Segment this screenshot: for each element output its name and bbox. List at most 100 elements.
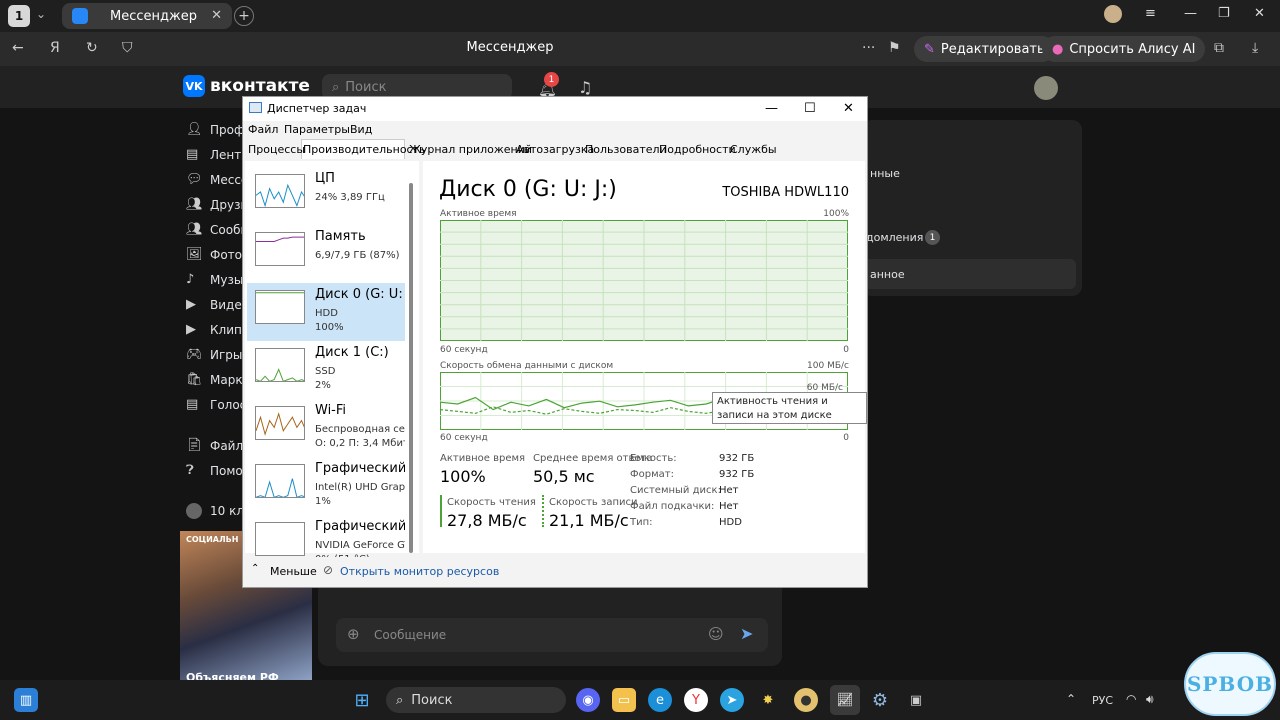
menu-options[interactable]: Параметры [284, 123, 350, 136]
resource-item-2[interactable]: Диск 0 (G: U: J:) HDD 100% [247, 283, 405, 341]
prop-key: Емкость: [630, 453, 677, 464]
user-avatar[interactable] [1034, 76, 1058, 100]
resource-item-1[interactable]: Память 6,9/7,9 ГБ (87%) [247, 225, 405, 283]
prop-value: 932 ГБ [719, 469, 755, 480]
active-time-label: Активное время [440, 453, 526, 464]
chevron-down-icon[interactable]: ⌄ [36, 7, 46, 21]
minimize-icon[interactable]: — [1184, 6, 1197, 21]
tab-messenger[interactable]: Мессенджер ✕ [62, 3, 232, 29]
prop-key: Системный диск: [630, 485, 721, 496]
menu-icon[interactable]: ≡ [1145, 6, 1156, 21]
taskbar-search[interactable]: ⌕ Поиск [386, 687, 566, 713]
language-indicator[interactable]: РУС [1092, 694, 1113, 707]
open-resource-monitor-link[interactable]: Открыть монитор ресурсов [340, 565, 499, 578]
widgets-icon[interactable]: ▥ [14, 688, 38, 712]
back-icon[interactable]: ← [12, 40, 24, 56]
close-window-icon[interactable]: ✕ [1254, 6, 1265, 21]
folder-icon[interactable]: ▭ [612, 688, 636, 712]
discord-icon[interactable]: ◉ [576, 688, 600, 712]
sidebar-icon-3[interactable]: 👥︎ [186, 197, 203, 212]
tab-details[interactable]: Подробности [659, 143, 736, 156]
close-icon[interactable]: ✕ [211, 8, 222, 23]
message-input[interactable]: Сообщение [336, 618, 768, 652]
tab-users[interactable]: Пользователи [585, 143, 667, 156]
reload-icon[interactable]: ↻ [86, 40, 98, 56]
resource-item-3[interactable]: Диск 1 (C:) SSD 2% [247, 341, 405, 399]
scrollbar[interactable] [409, 183, 413, 553]
vk-logo-icon[interactable]: VK [183, 75, 205, 97]
shield-icon[interactable]: ⛉ [122, 40, 133, 56]
resource-sub1: NVIDIA GeForce GTX [315, 540, 405, 551]
music-icon[interactable]: ♫ [578, 78, 592, 97]
fewer-details-link[interactable]: Меньше [270, 565, 317, 578]
sidebar-item-9[interactable]: Игры [210, 348, 242, 362]
sidebar-icon-10[interactable]: 🛍︎ [186, 372, 203, 387]
promo-badge: СОЦИАЛЬН [186, 535, 239, 544]
maximize-icon[interactable]: ❐ [1218, 6, 1230, 21]
tray-chevron-icon[interactable]: ⌃ [1066, 692, 1076, 706]
sparkline-line [256, 412, 304, 436]
sidebar-icon-9[interactable]: 🎮︎ [186, 347, 203, 362]
tab-counter[interactable]: 1 [8, 5, 30, 27]
sidebar-item-5[interactable]: Фото [210, 248, 242, 262]
sidebar-icon-2[interactable]: 💬︎ [186, 172, 203, 187]
sidebar-icon-5[interactable]: 🖼︎ [186, 247, 203, 262]
emoji-icon[interactable]: ☺ [708, 625, 724, 643]
sidebar-icon-11[interactable]: ▤ [186, 397, 198, 412]
yandex-icon[interactable]: Я [50, 40, 60, 56]
yandex-browser-icon[interactable]: Y [684, 688, 708, 712]
telegram-icon[interactable]: ➤ [720, 688, 744, 712]
collections-icon[interactable]: ⧉ [1214, 40, 1224, 56]
sidebar-icon-13[interactable]: ❓︎ [186, 463, 194, 478]
app-box-icon[interactable]: ▣ [904, 688, 928, 712]
maximize-icon[interactable]: ☐ [804, 101, 816, 116]
profile-avatar[interactable] [1104, 5, 1122, 23]
more-icon[interactable]: ··· [862, 40, 875, 56]
vk-logo-text[interactable]: вконтакте [210, 76, 310, 96]
community-avatar[interactable] [186, 503, 202, 519]
tab-performance[interactable]: Производительность [303, 143, 426, 156]
menu-view[interactable]: Вид [350, 123, 372, 136]
sidebar-icon-1[interactable]: ▤ [186, 147, 198, 162]
tab-app-history[interactable]: Журнал приложений [409, 143, 532, 156]
minimize-icon[interactable]: — [765, 101, 778, 116]
app-round-icon[interactable]: ● [794, 688, 818, 712]
new-tab-button[interactable]: + [234, 6, 254, 26]
resource-item-5[interactable]: Графический п Intel(R) UHD Graphic 1% [247, 457, 405, 515]
sidebar-icon-8[interactable]: ▶ [186, 322, 196, 337]
chart1-xright: 0 [843, 345, 849, 355]
menu-file[interactable]: Файл [248, 123, 278, 136]
resource-item-4[interactable]: Wi-Fi Беспроводная сеть О: 0,2 П: 3,4 Мбит… [247, 399, 405, 457]
tab-processes[interactable]: Процессы [248, 143, 305, 156]
send-icon[interactable]: ➤ [740, 624, 753, 643]
write-indicator [542, 495, 544, 527]
settings-icon[interactable]: ⚙ [868, 688, 892, 712]
sidebar-icon-7[interactable]: ▶ [186, 297, 196, 312]
close-icon[interactable]: ✕ [843, 101, 854, 116]
start-icon[interactable]: ⊞ [350, 688, 374, 712]
edit-button[interactable]: ✎ Редактировать [914, 36, 1055, 62]
download-icon[interactable]: ⤓ [1252, 40, 1258, 56]
task-manager-taskbar-icon[interactable]: 📈︎ [830, 685, 860, 715]
volume-icon[interactable]: 🔊︎ [1146, 692, 1154, 707]
sparkline [255, 406, 305, 440]
bookmark-icon[interactable]: ⚑ [888, 40, 901, 56]
edge-icon[interactable]: e [648, 688, 672, 712]
sidebar-icon-0[interactable]: 👤︎ [186, 122, 203, 137]
sidebar-icon-6[interactable]: ♪ [186, 272, 194, 287]
resource-item-0[interactable]: ЦП 24% 3,89 ГГц [247, 167, 405, 225]
attach-icon[interactable]: ⊕ [347, 625, 360, 643]
wifi-icon[interactable]: ◠ [1126, 692, 1136, 706]
tab-services[interactable]: Службы [730, 143, 777, 156]
ask-alice-button[interactable]: ● Спросить Алису AI [1042, 36, 1206, 62]
app-star-icon[interactable]: ✸ [756, 688, 780, 712]
tab-startup[interactable]: Автозагрузка [516, 143, 594, 156]
chevron-up-icon[interactable]: ⌃ [251, 563, 259, 574]
sidebar-icon-4[interactable]: 👥︎ [186, 222, 203, 237]
chart2-xleft: 60 секунд [440, 433, 488, 443]
panel-item-3[interactable]: анное [870, 268, 905, 281]
sparkline [255, 174, 305, 208]
panel-item-1[interactable]: нные [870, 167, 900, 180]
sidebar-icon-12[interactable]: 📄︎ [186, 438, 203, 453]
panel-item-2[interactable]: домления [866, 231, 923, 244]
